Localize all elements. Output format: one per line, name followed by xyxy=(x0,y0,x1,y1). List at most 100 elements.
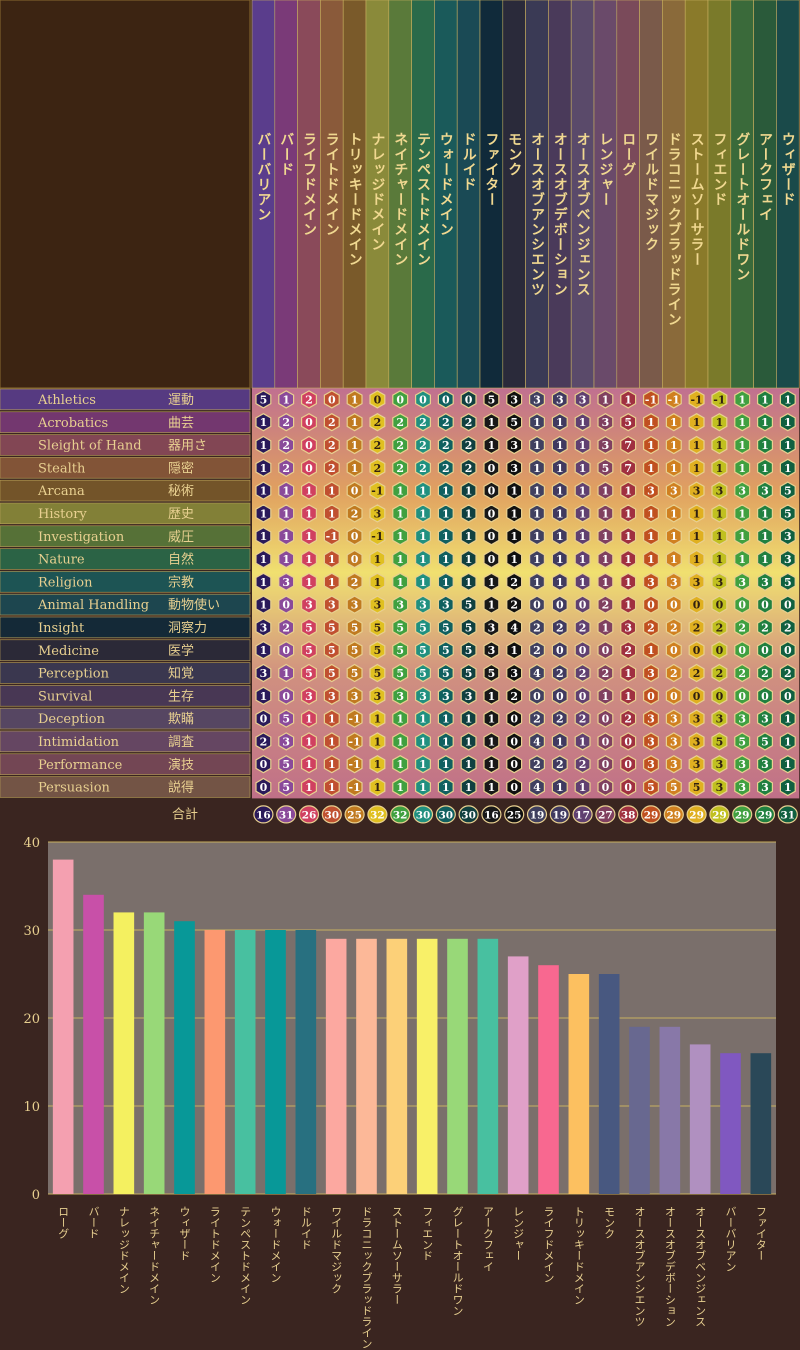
skill-name-en: Stealth xyxy=(38,461,86,476)
score-value: 1 xyxy=(670,439,678,452)
x-tick-label: オースオブベンジェンス xyxy=(694,1206,707,1327)
score-value: 1 xyxy=(693,553,701,566)
bar xyxy=(538,965,559,1194)
score-value: 2 xyxy=(351,576,359,589)
score-value: 1 xyxy=(738,393,746,406)
score-value: -1 xyxy=(326,530,338,543)
score-value: 0 xyxy=(624,781,632,794)
score-value: 3 xyxy=(442,599,450,612)
score-value: 1 xyxy=(602,393,610,406)
score-value: 0 xyxy=(738,644,746,657)
score-value: 5 xyxy=(282,781,290,794)
score-value: 1 xyxy=(260,416,268,429)
score-value: 5 xyxy=(624,416,632,429)
score-value: 2 xyxy=(738,621,746,634)
score-value: 1 xyxy=(556,439,564,452)
score-value: 1 xyxy=(328,507,336,520)
score-value: 1 xyxy=(465,781,473,794)
bar xyxy=(174,921,195,1194)
score-value: 5 xyxy=(305,644,313,657)
score-value: 1 xyxy=(761,507,769,520)
score-value: 1 xyxy=(374,576,382,589)
score-value: 2 xyxy=(419,462,427,475)
score-value: 2 xyxy=(374,416,382,429)
score-value: 1 xyxy=(328,485,336,498)
total-value: 16 xyxy=(256,809,271,821)
score-value: 1 xyxy=(396,735,404,748)
score-value: 2 xyxy=(738,667,746,680)
score-value: 0 xyxy=(282,599,290,612)
score-value: 0 xyxy=(716,644,724,657)
score-value: 3 xyxy=(260,621,268,634)
score-value: 3 xyxy=(305,690,313,703)
score-value: 2 xyxy=(260,735,268,748)
skill-name-en: Investigation xyxy=(38,530,125,545)
score-value: 3 xyxy=(716,576,724,589)
x-tick-label: ナレッジドメイン xyxy=(117,1206,130,1294)
score-value: 1 xyxy=(647,439,655,452)
class-column-header xyxy=(616,0,640,389)
score-value: 1 xyxy=(716,553,724,566)
score-value: 1 xyxy=(396,576,404,589)
score-value: 1 xyxy=(738,462,746,475)
score-value: 2 xyxy=(442,439,450,452)
bar xyxy=(113,912,135,1194)
skill-name-ja: 動物使い xyxy=(168,597,220,613)
score-value: 1 xyxy=(579,439,587,452)
score-value: 1 xyxy=(624,530,632,543)
score-value: 1 xyxy=(624,393,632,406)
score-value: 1 xyxy=(579,530,587,543)
bar xyxy=(356,938,377,1194)
total-value: 30 xyxy=(461,809,476,821)
score-value: 5 xyxy=(510,416,518,429)
score-value: 1 xyxy=(533,507,541,520)
skill-name-en: Intimidation xyxy=(38,735,120,750)
class-name: ライトドメイン xyxy=(324,132,340,237)
score-value: 5 xyxy=(784,576,792,589)
score-value: 1 xyxy=(761,439,769,452)
score-value: 3 xyxy=(328,690,336,703)
score-value: 2 xyxy=(579,621,587,634)
score-value: 0 xyxy=(579,690,587,703)
skill-name-ja: 演技 xyxy=(168,757,194,773)
class-column-header xyxy=(456,0,481,389)
total-value: 25 xyxy=(347,809,362,821)
total-value: 29 xyxy=(666,809,681,821)
score-value: 5 xyxy=(305,667,313,680)
score-value: 3 xyxy=(693,576,701,589)
score-value: 1 xyxy=(693,507,701,520)
score-value: -1 xyxy=(348,713,360,726)
score-value: 0 xyxy=(419,393,427,406)
bar xyxy=(750,1053,772,1194)
score-value: 2 xyxy=(328,416,336,429)
score-value: 1 xyxy=(488,599,496,612)
score-value: 1 xyxy=(693,439,701,452)
score-value: 1 xyxy=(761,416,769,429)
score-value: 1 xyxy=(670,530,678,543)
score-value: 1 xyxy=(670,507,678,520)
bar xyxy=(295,930,317,1194)
score-value: 5 xyxy=(602,462,610,475)
score-value: 3 xyxy=(396,599,404,612)
score-value: 3 xyxy=(761,758,769,771)
score-value: 3 xyxy=(716,485,724,498)
score-value: 0 xyxy=(510,713,518,726)
score-value: 3 xyxy=(784,553,792,566)
score-value: 2 xyxy=(624,644,632,657)
bar xyxy=(598,974,620,1194)
score-value: 5 xyxy=(282,758,290,771)
score-value: 0 xyxy=(533,690,541,703)
score-value: 0 xyxy=(396,393,404,406)
score-value: 1 xyxy=(602,576,610,589)
score-value: 1 xyxy=(738,530,746,543)
score-value: 3 xyxy=(624,621,632,634)
score-value: 4 xyxy=(533,667,541,680)
score-value: 1 xyxy=(465,553,473,566)
score-value: 5 xyxy=(442,644,450,657)
score-value: 3 xyxy=(670,758,678,771)
class-name: アークフェイ xyxy=(757,132,773,222)
bar xyxy=(477,938,499,1194)
score-value: 1 xyxy=(784,416,792,429)
score-value: 1 xyxy=(624,690,632,703)
total-value: 17 xyxy=(575,809,590,821)
